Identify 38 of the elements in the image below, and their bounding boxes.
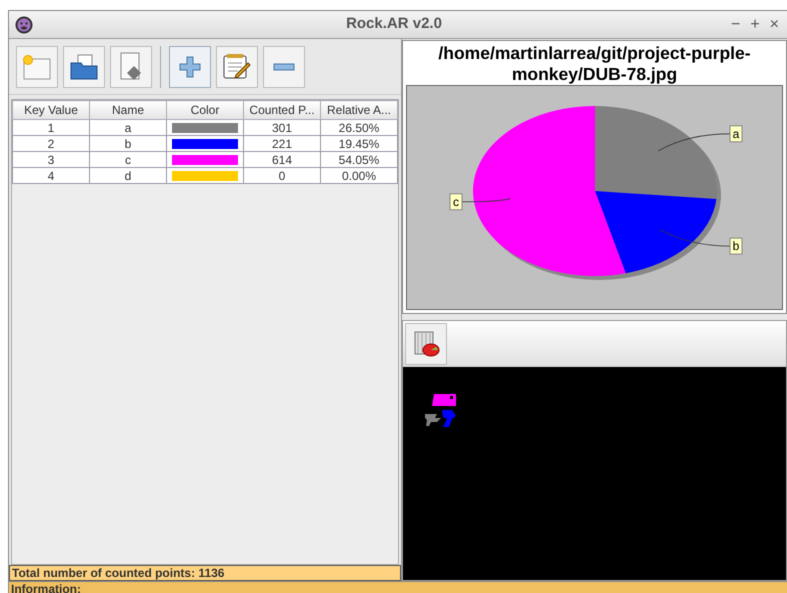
column-header[interactable]: Color — [166, 100, 244, 120]
minus-icon — [273, 62, 295, 70]
image-path-title: /home/martinlarrea/git/project-purple-monkey/DUB-78.jpg — [437, 42, 752, 85]
slice-label: a — [730, 125, 742, 142]
folder-icon — [69, 52, 99, 80]
minimize-button[interactable]: − — [730, 16, 740, 32]
sun-folder-icon — [22, 52, 52, 80]
column-header[interactable]: Name — [90, 100, 166, 120]
chart-view-button[interactable] — [405, 322, 447, 364]
table-cell: 4 — [12, 168, 90, 184]
add-button[interactable] — [169, 46, 211, 88]
edit-button[interactable] — [216, 46, 258, 88]
close-button[interactable]: × — [770, 16, 779, 32]
table-cell: 0 — [244, 168, 320, 184]
plus-icon — [179, 56, 201, 78]
column-header[interactable]: Key Value — [12, 100, 90, 120]
information-label: Information: — [9, 581, 787, 593]
slice-label: b — [730, 238, 742, 255]
slice-label: c — [453, 194, 459, 209]
total-count-label: Total number of counted points: 1136 — [9, 565, 401, 581]
table-pie-icon — [412, 330, 440, 358]
notepad-pencil-icon — [222, 52, 252, 80]
new-button[interactable] — [16, 46, 58, 88]
remove-button[interactable] — [263, 46, 305, 88]
maximize-button[interactable]: + — [750, 16, 760, 32]
column-header[interactable]: Relative A... — [320, 100, 398, 120]
table-cell: 0.00% — [320, 168, 398, 184]
slice-label: a — [732, 126, 740, 141]
column-header[interactable]: Counted P... — [244, 100, 320, 120]
leader-line — [660, 229, 730, 246]
save-button[interactable] — [110, 46, 152, 88]
slice-label: b — [732, 239, 740, 254]
table-cell: d — [90, 168, 166, 184]
slice-label: c — [450, 193, 462, 210]
document-icon — [118, 52, 144, 82]
window-title: Rock.AR v2.0 — [345, 14, 443, 34]
leader-line — [462, 198, 511, 202]
open-button[interactable] — [63, 46, 105, 88]
